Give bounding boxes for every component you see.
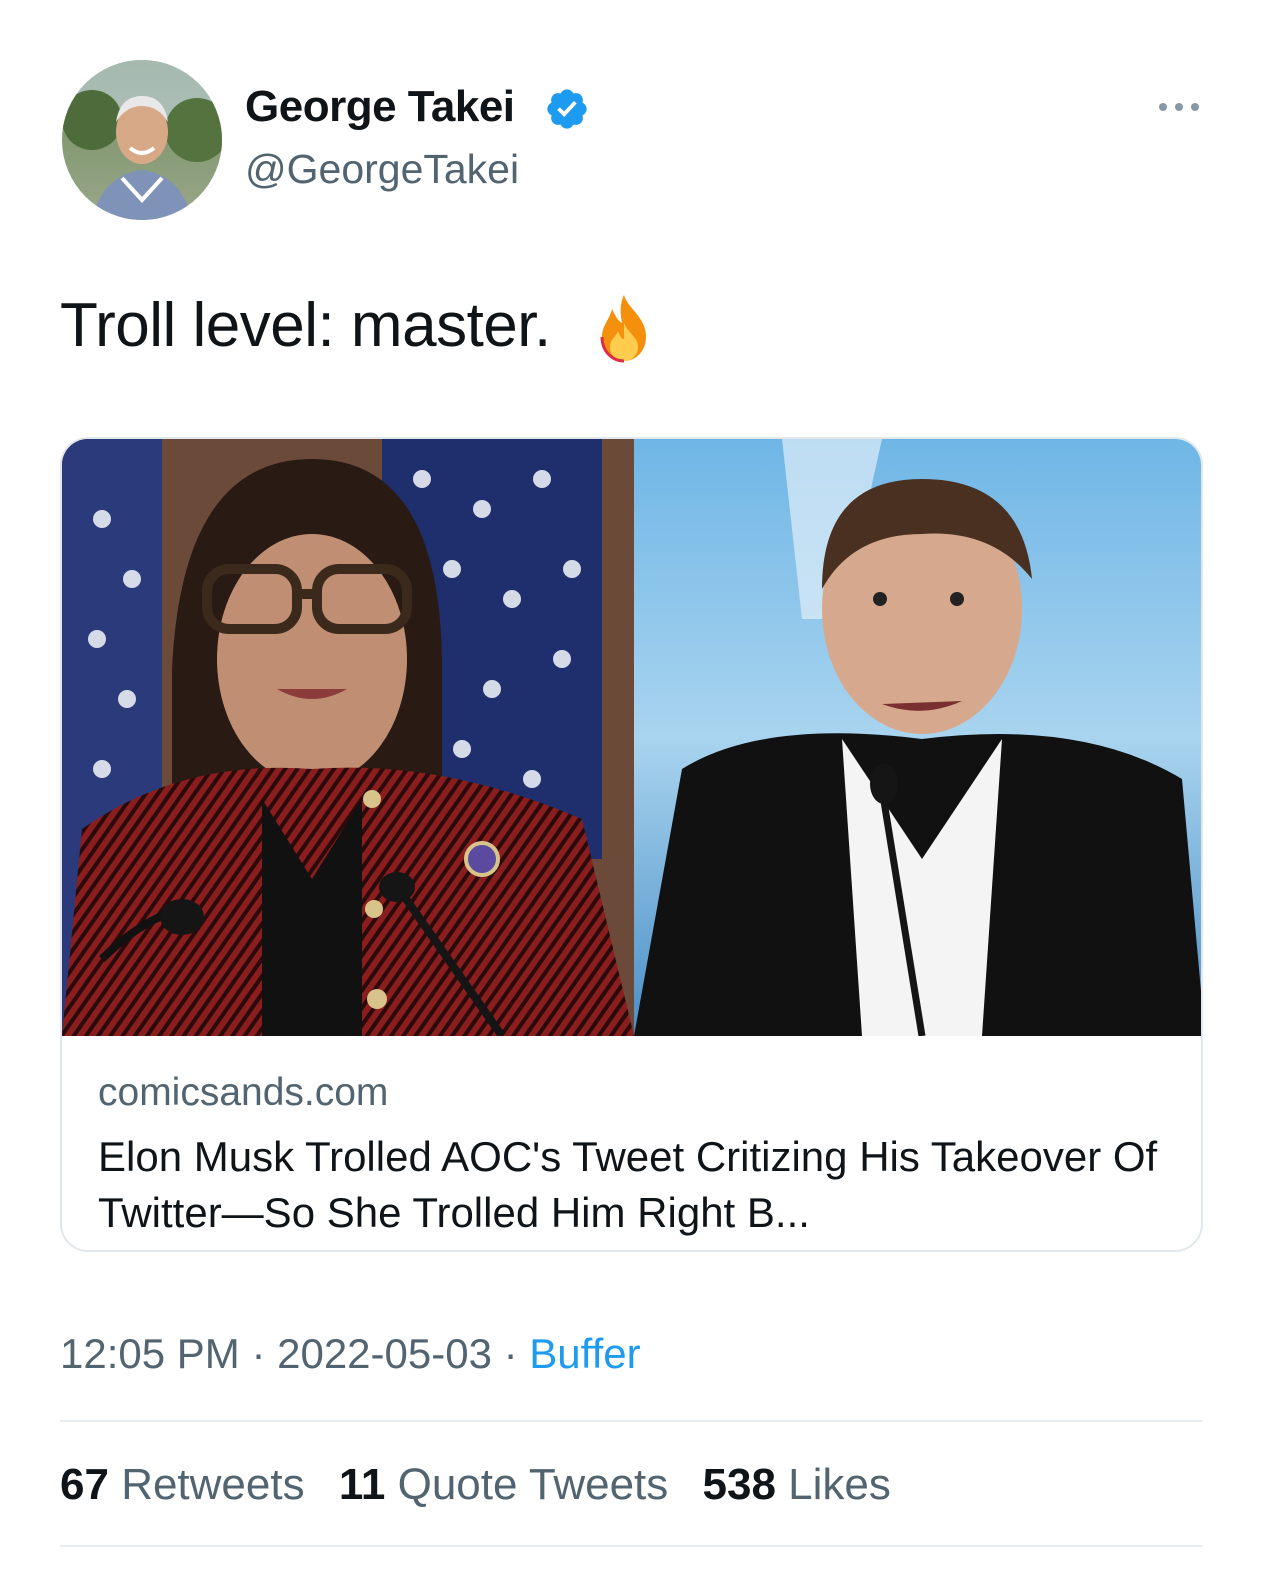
card-title: Elon Musk Trolled AOC's Tweet Critizing … — [98, 1133, 1158, 1236]
card-domain: comicsands.com — [98, 1071, 389, 1114]
avatar[interactable] — [62, 60, 222, 220]
tweet-stats: 67 Retweets 11 Quote Tweets 538 Likes — [60, 1460, 913, 1510]
likes-label: Likes — [788, 1460, 891, 1509]
likes-count: 538 — [702, 1460, 776, 1509]
retweets-label: Retweets — [121, 1460, 305, 1509]
likes-stat[interactable]: 538 Likes — [703, 1460, 891, 1509]
more-options-icon[interactable] — [1156, 92, 1202, 122]
retweets-stat[interactable]: 67 Retweets — [60, 1460, 305, 1509]
verified-badge-icon — [547, 89, 587, 129]
quote-tweets-label: Quote Tweets — [397, 1460, 669, 1509]
meta-separator: · — [239, 1330, 278, 1377]
card-image — [62, 439, 1201, 1036]
quote-tweets-count: 11 — [338, 1460, 386, 1509]
meta-separator: · — [491, 1330, 530, 1377]
retweets-count: 67 — [60, 1460, 109, 1509]
divider — [60, 1420, 1203, 1422]
tweet-text: Troll level: master. — [60, 291, 551, 360]
tweet-date[interactable]: 2022-05-03 — [277, 1330, 492, 1377]
author-handle[interactable]: @GeorgeTakei — [245, 146, 519, 193]
tweet-time[interactable]: 12:05 PM — [60, 1330, 240, 1377]
tweet-meta: 12:05 PM · 2022-05-03 · Buffer — [60, 1330, 641, 1378]
author-display-name[interactable]: George Takei — [245, 82, 515, 132]
fire-icon — [600, 295, 646, 363]
divider — [60, 1545, 1203, 1547]
tweet-source[interactable]: Buffer — [529, 1330, 640, 1377]
link-preview-card[interactable]: comicsands.com Elon Musk Trolled AOC's T… — [60, 437, 1203, 1252]
quote-tweets-stat[interactable]: 11 Quote Tweets — [339, 1460, 668, 1509]
